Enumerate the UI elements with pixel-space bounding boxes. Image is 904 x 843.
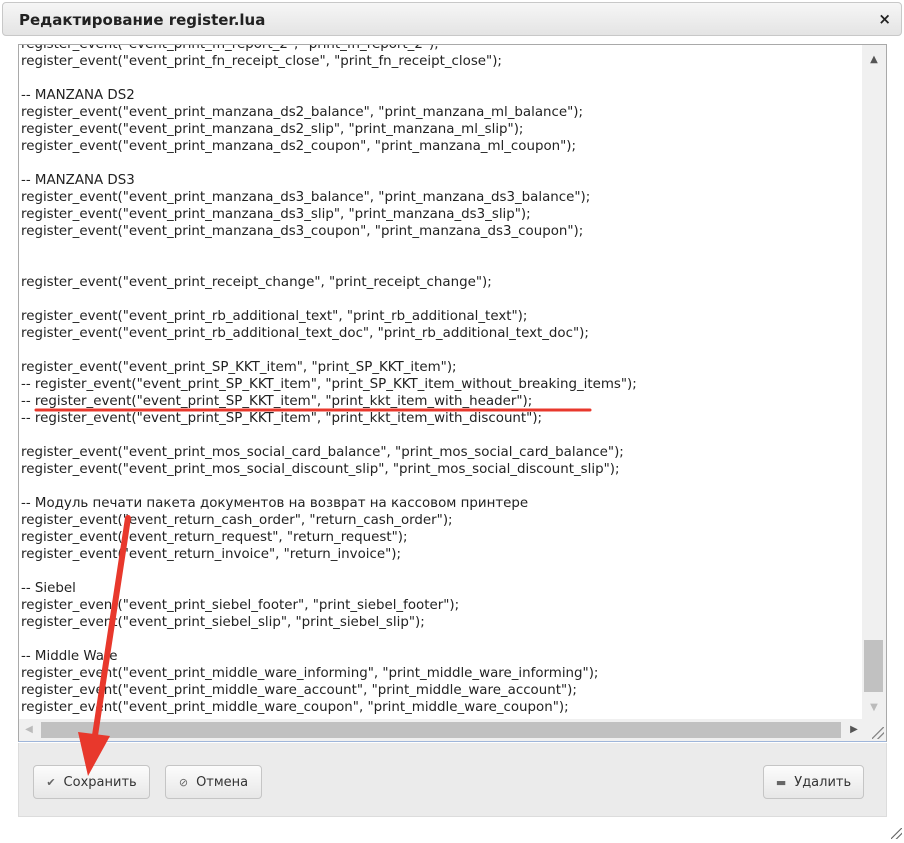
code-line[interactable]: register_event("event_print_rb_additiona…	[21, 308, 861, 325]
code-line[interactable]	[21, 257, 861, 274]
code-line[interactable]: register_event("event_print_fn_report_2"…	[21, 45, 861, 53]
code-line[interactable]: -- Модуль печати пакета документов на во…	[21, 495, 861, 512]
vertical-scrollbar[interactable]: ▲ ▼	[862, 45, 886, 719]
cancel-button[interactable]: ⊘ Отмена	[165, 765, 262, 799]
dialog-button-bar: ✔ Сохранить ⊘ Отмена ▬ Удалить	[18, 743, 887, 817]
dialog-resize-grip-icon[interactable]	[891, 828, 902, 839]
code-line[interactable]	[21, 240, 861, 257]
code-line[interactable]	[21, 478, 861, 495]
save-button[interactable]: ✔ Сохранить	[33, 765, 150, 799]
editor-resize-grip-icon[interactable]	[872, 727, 884, 739]
code-line[interactable]	[21, 342, 861, 359]
code-line[interactable]	[21, 631, 861, 648]
code-line[interactable]: register_event("event_print_manzana_ds2_…	[21, 121, 861, 138]
edit-file-dialog: Редактирование register.lua × register_e…	[0, 0, 904, 843]
dialog-titlebar[interactable]: Редактирование register.lua ×	[2, 2, 902, 36]
code-line[interactable]: register_event("event_print_fn_receipt_c…	[21, 53, 861, 70]
code-line[interactable]	[21, 563, 861, 580]
code-line[interactable]: register_event("event_print_siebel_foote…	[21, 597, 861, 614]
scrollbar-corner	[862, 719, 886, 741]
delete-button-label: Удалить	[794, 774, 852, 790]
delete-button[interactable]: ▬ Удалить	[763, 765, 864, 799]
code-line[interactable]: register_event("event_return_cash_order"…	[21, 512, 861, 529]
code-line[interactable]: register_event("event_print_middle_ware_…	[21, 699, 861, 716]
code-line[interactable]: register_event("event_print_siebel_slip"…	[21, 614, 861, 631]
scroll-right-icon[interactable]: ▶	[844, 719, 864, 741]
code-line[interactable]: register_event("event_print_manzana_ds3_…	[21, 223, 861, 240]
code-editor[interactable]: register_event("event_print_fn_report_2"…	[18, 44, 887, 742]
code-line[interactable]: register_event("event_print_rb_additiona…	[21, 325, 861, 342]
code-line[interactable]	[21, 291, 861, 308]
code-line[interactable]: register_event("event_print_manzana_ds3_…	[21, 189, 861, 206]
code-text[interactable]: register_event("event_print_fn_report_2"…	[21, 45, 861, 716]
horizontal-scroll-thumb[interactable]	[41, 722, 841, 738]
code-line[interactable]: -- register_event("event_print_SP_KKT_it…	[21, 376, 861, 393]
code-line[interactable]: register_event("event_return_request", "…	[21, 529, 861, 546]
code-line[interactable]	[21, 70, 861, 87]
code-line[interactable]: register_event("event_print_middle_ware_…	[21, 682, 861, 699]
scroll-left-icon[interactable]: ◀	[19, 719, 39, 741]
code-line[interactable]: register_event("event_print_receipt_chan…	[21, 274, 861, 291]
close-icon[interactable]: ×	[878, 10, 891, 28]
save-button-label: Сохранить	[63, 774, 137, 790]
code-line[interactable]	[21, 427, 861, 444]
code-line[interactable]: register_event("event_return_invoice", "…	[21, 546, 861, 563]
dialog-title: Редактирование register.lua	[19, 11, 266, 29]
code-line[interactable]: -- Middle Ware	[21, 648, 861, 665]
code-line[interactable]: -- MANZANA DS3	[21, 172, 861, 189]
code-line[interactable]: register_event("event_print_mos_social_d…	[21, 461, 861, 478]
minus-icon: ▬	[775, 775, 787, 789]
code-line[interactable]: register_event("event_print_mos_social_c…	[21, 444, 861, 461]
cancel-button-label: Отмена	[196, 774, 249, 790]
code-line[interactable]: register_event("event_print_SP_KKT_item"…	[21, 359, 861, 376]
code-line[interactable]: register_event("event_print_manzana_ds3_…	[21, 206, 861, 223]
code-line[interactable]	[21, 155, 861, 172]
horizontal-scrollbar[interactable]: ◀ ▶	[19, 719, 864, 741]
cancel-circle-icon: ⊘	[178, 775, 189, 789]
vertical-scroll-thumb[interactable]	[864, 640, 883, 692]
scroll-up-icon[interactable]: ▲	[862, 49, 886, 71]
check-icon: ✔	[46, 775, 56, 789]
scroll-down-icon[interactable]: ▼	[862, 697, 886, 719]
code-line[interactable]: register_event("event_print_manzana_ds2_…	[21, 138, 861, 155]
code-line[interactable]: -- register_event("event_print_SP_KKT_it…	[21, 410, 861, 427]
code-line[interactable]: -- Siebel	[21, 580, 861, 597]
code-line[interactable]: -- register_event("event_print_SP_KKT_it…	[21, 393, 861, 410]
code-line[interactable]: register_event("event_print_middle_ware_…	[21, 665, 861, 682]
code-line[interactable]: -- MANZANA DS2	[21, 87, 861, 104]
code-line[interactable]: register_event("event_print_manzana_ds2_…	[21, 104, 861, 121]
